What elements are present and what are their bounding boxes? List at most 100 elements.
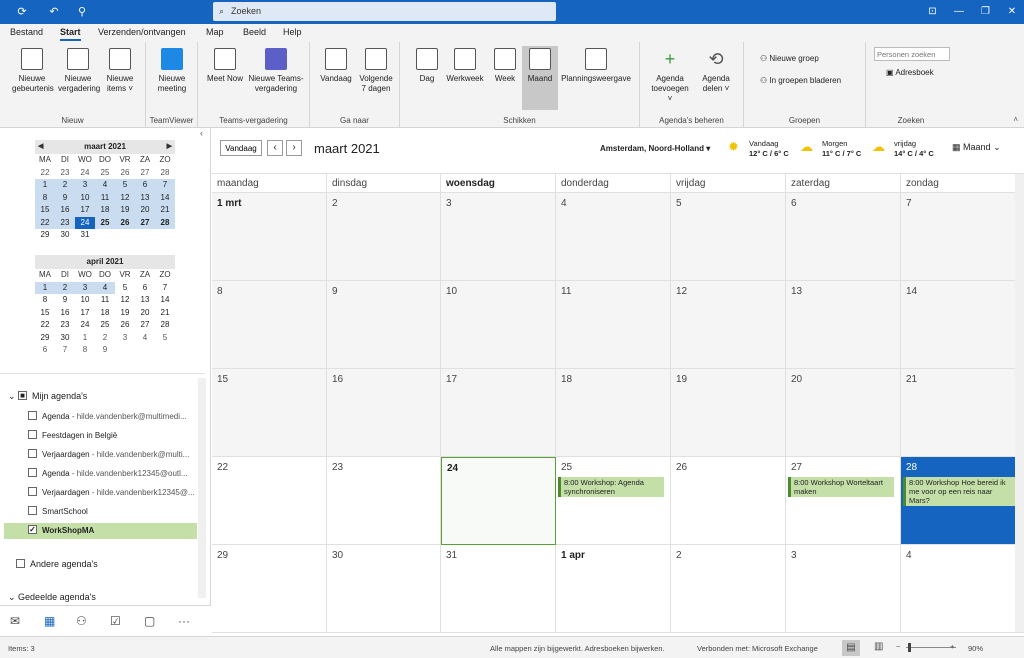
minical-day[interactable]: 16 <box>55 204 75 217</box>
minical-day[interactable]: 20 <box>135 307 155 320</box>
minical-day[interactable]: 27 <box>135 167 155 180</box>
day-cell[interactable]: 10 <box>441 281 556 369</box>
folder-item[interactable]: Agenda - hilde.vandenberk12345@outl... <box>28 466 188 482</box>
mail-icon[interactable]: ✉ <box>10 614 20 628</box>
minical-day[interactable]: 15 <box>35 307 55 320</box>
minical-day[interactable]: 24 <box>75 167 95 180</box>
minical-day[interactable]: 8 <box>75 344 95 357</box>
minical-day[interactable]: 7 <box>155 179 175 192</box>
day-cell[interactable]: 6 <box>786 193 901 281</box>
tab-verzenden[interactable]: Verzenden/ontvangen <box>98 27 186 37</box>
minical-day[interactable]: 23 <box>55 319 75 332</box>
minical-day[interactable]: 22 <box>35 167 55 180</box>
day-cell[interactable]: 12 <box>671 281 786 369</box>
checkbox[interactable] <box>28 430 37 440</box>
tasks-icon[interactable]: ☑ <box>110 614 121 628</box>
minical-day[interactable]: 8 <box>35 191 55 204</box>
view-selector[interactable]: ▦ Maand ⌄ <box>952 142 1001 153</box>
day-cell[interactable]: 29 <box>212 545 327 633</box>
folder-scrollbar[interactable] <box>198 378 206 598</box>
folder-item-selected[interactable]: ✓ WorkShopMA <box>4 523 197 539</box>
minical-day[interactable]: 22 <box>35 216 55 229</box>
zoom-slider[interactable] <box>906 647 956 648</box>
day-cell[interactable]: 4 <box>901 545 1024 633</box>
day-cell[interactable]: 28 8:00 Workshop Hoe bereid ik me voor op… <box>901 457 1024 545</box>
minical-day[interactable]: 13 <box>135 294 155 307</box>
day-cell[interactable]: 5 <box>671 193 786 281</box>
minical-day[interactable]: 6 <box>135 179 155 192</box>
vandaag-button[interactable]: Vandaag <box>220 140 262 156</box>
minical-day[interactable]: 12 <box>115 191 135 204</box>
volgende-7-dagen-button[interactable]: Volgende 7 dagen <box>356 48 396 94</box>
checkbox[interactable] <box>28 506 37 516</box>
tab-beeld[interactable]: Beeld <box>243 27 266 37</box>
minical-day[interactable]: 7 <box>155 282 175 295</box>
day-cell[interactable]: 2 <box>327 193 441 281</box>
pin-icon[interactable]: ⚲ <box>74 4 90 20</box>
minical-day[interactable]: 5 <box>115 282 135 295</box>
minical-day[interactable]: 5 <box>115 179 135 192</box>
search-box[interactable]: ⌕ Zoeken <box>213 2 556 21</box>
minical-day[interactable]: 28 <box>155 216 175 229</box>
andere-agendas-header[interactable]: Andere agenda's <box>16 556 98 572</box>
sync-icon[interactable]: ⟳ <box>14 4 30 20</box>
appointment[interactable]: 8:00 Workshop: Agenda synchroniseren <box>558 477 664 497</box>
more-icon[interactable]: ··· <box>178 614 190 628</box>
day-cell[interactable]: 24 <box>441 457 556 545</box>
minical-day[interactable]: 6 <box>35 344 55 357</box>
minical-day[interactable]: 8 <box>35 294 55 307</box>
minical-day[interactable]: 19 <box>115 307 135 320</box>
day-cell[interactable]: 17 <box>441 369 556 457</box>
minical-day[interactable]: 19 <box>115 204 135 217</box>
day-cell[interactable]: 9 <box>327 281 441 369</box>
minical-day[interactable]: 14 <box>155 191 175 204</box>
minical-day[interactable]: 2 <box>55 281 75 294</box>
adresboek-button[interactable]: ▣ Adresboek <box>886 68 934 77</box>
close-icon[interactable]: ✕ <box>1000 0 1024 24</box>
day-cell[interactable]: 8 <box>212 281 327 369</box>
day-cell[interactable]: 18 <box>556 369 671 457</box>
folder-item[interactable]: SmartSchool <box>28 504 88 520</box>
calendar-scrollbar[interactable] <box>1015 174 1024 632</box>
minical-day[interactable]: 31 <box>75 229 95 242</box>
day-cell[interactable]: 2 <box>671 545 786 633</box>
tab-start[interactable]: Start <box>60 27 81 41</box>
minical-day[interactable]: 28 <box>155 167 175 180</box>
minical-day[interactable]: 24 <box>75 216 95 229</box>
minical-day[interactable]: 24 <box>75 319 95 332</box>
folder-item[interactable]: Verjaardagen - hilde.vandenberk@multi... <box>28 447 189 463</box>
next-month-icon[interactable]: ▶ <box>167 140 172 154</box>
day-cell[interactable]: 21 <box>901 369 1024 457</box>
nieuwe-meeting-button[interactable]: Nieuwe meeting <box>152 48 192 94</box>
coming-soon-icon[interactable]: ⊡ <box>920 0 944 24</box>
zoom-thumb[interactable] <box>908 643 911 652</box>
minical-day[interactable]: 25 <box>95 216 115 229</box>
minical-day[interactable]: 2 <box>55 179 75 192</box>
day-cell[interactable]: 20 <box>786 369 901 457</box>
undo-icon[interactable]: ↶ <box>46 4 62 20</box>
checkbox[interactable] <box>28 411 37 421</box>
calendar-icon[interactable]: ▦ <box>44 614 55 628</box>
restore-icon[interactable]: ❐ <box>973 0 997 24</box>
in-groepen-bladeren-button[interactable]: ⚇ In groepen bladeren <box>760 76 841 85</box>
notes-icon[interactable]: ▢ <box>144 614 155 628</box>
day-cell[interactable]: 7 <box>901 193 1024 281</box>
zoom-in-icon[interactable]: + <box>950 642 954 651</box>
nieuwe-groep-button[interactable]: ⚇ Nieuwe groep <box>760 54 819 63</box>
reading-view-icon[interactable]: ▥ <box>874 641 883 652</box>
checkbox-checked[interactable]: ✓ <box>28 525 37 535</box>
minical-day[interactable]: 1 <box>35 179 55 192</box>
normal-view-icon[interactable]: ▤ <box>842 640 860 656</box>
minical-day[interactable]: 2 <box>95 332 115 345</box>
day-cell[interactable]: 25 8:00 Workshop: Agenda synchroniseren <box>556 457 671 545</box>
minical-day[interactable]: 10 <box>75 294 95 307</box>
minical-day[interactable]: 21 <box>155 204 175 217</box>
appointment[interactable]: 8:00 Workshop Worteltaart maken <box>788 477 894 497</box>
minical-day[interactable]: 7 <box>55 344 75 357</box>
minical-day[interactable]: 29 <box>35 229 55 242</box>
planningsweergave-button[interactable]: Planningsweergave <box>560 48 632 84</box>
minical-day[interactable]: 9 <box>55 191 75 204</box>
minical-day[interactable]: 29 <box>35 332 55 345</box>
day-cell[interactable]: 23 <box>327 457 441 545</box>
people-icon[interactable]: ⚇ <box>76 614 87 628</box>
